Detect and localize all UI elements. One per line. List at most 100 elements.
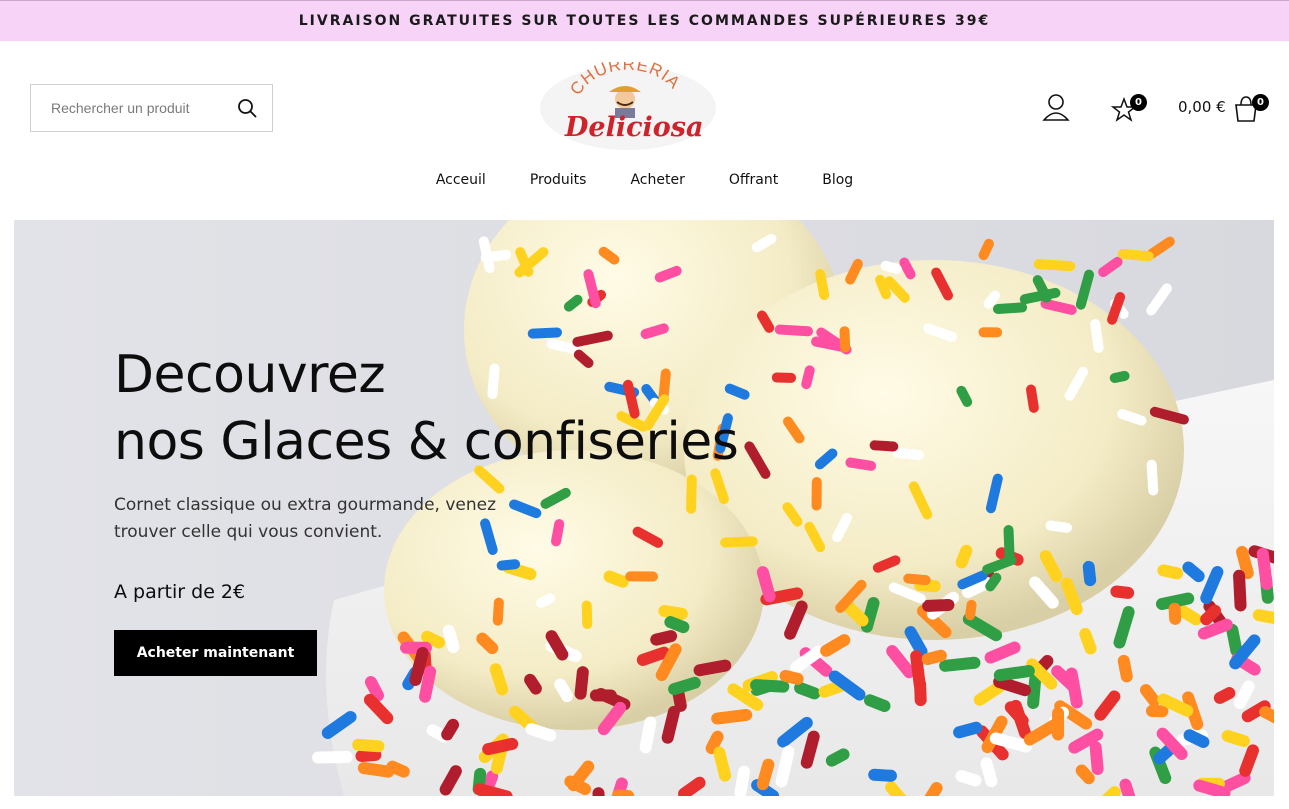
sprinkle (875, 274, 892, 300)
sprinkle (711, 708, 753, 725)
sprinkle (355, 748, 382, 763)
announcement-bar: LIVRAISON GRATUITES SUR TOUTES LES COMMA… (0, 0, 1289, 41)
cart-count-badge: 0 (1252, 94, 1269, 111)
sprinkle (1256, 547, 1273, 591)
sprinkle (1117, 654, 1133, 683)
sprinkle (860, 596, 880, 633)
sprinkle (1157, 564, 1184, 580)
hero-price: A partir de 2€ (114, 581, 246, 603)
sprinkle (480, 249, 512, 263)
sprinkle (939, 656, 981, 672)
sprinkle (993, 675, 1031, 697)
sprinkle (1098, 256, 1123, 278)
sprinkle (554, 678, 574, 703)
wishlist-button[interactable]: 0 (1108, 92, 1150, 124)
sprinkle (839, 326, 851, 353)
cart-total[interactable]: 0,00 € (1178, 98, 1226, 116)
sprinkle (598, 246, 620, 265)
sprinkle (1090, 319, 1104, 353)
sprinkle (750, 679, 790, 693)
sprinkle (496, 559, 521, 571)
sprinkle (650, 630, 678, 646)
sprinkle (603, 570, 629, 588)
sprinkle (672, 688, 687, 712)
sprinkle (1027, 673, 1042, 710)
sprinkle (993, 302, 1028, 314)
sprinkle (1117, 248, 1154, 262)
main-nav: Acceuil Produits Acheter Offrant Blog (0, 168, 1289, 192)
user-icon[interactable] (1042, 92, 1070, 124)
sprinkle (1200, 604, 1222, 626)
sprinkle (1168, 602, 1182, 625)
hero-title-line2: nos Glaces & confiseries (114, 412, 739, 472)
sprinkle (492, 597, 504, 626)
sprinkle (1003, 525, 1015, 565)
sprinkle (892, 447, 924, 461)
nav-item-offrant[interactable]: Offrant (707, 168, 800, 192)
sprinkle (421, 630, 446, 649)
sprinkle (978, 238, 994, 261)
sprinkle (953, 721, 983, 739)
sprinkle (473, 783, 513, 796)
nav-item-acceuil[interactable]: Acceuil (414, 168, 508, 192)
sprinkle (922, 598, 955, 612)
nav-item-blog[interactable]: Blog (800, 168, 875, 192)
sprinkle (686, 474, 697, 514)
nav-item-acheter[interactable]: Acheter (608, 168, 706, 192)
sprinkle (476, 632, 499, 655)
sprinkle (1234, 680, 1255, 710)
cart-button[interactable]: 0 (1230, 92, 1272, 124)
sprinkle (1089, 741, 1104, 775)
sprinkle (1239, 744, 1259, 777)
sprinkle (705, 730, 724, 755)
hero-title: Decouvrez nos Glaces & confiseries (114, 342, 739, 476)
sprinkle (921, 649, 947, 666)
sprinkle (668, 676, 701, 696)
sprinkle (713, 746, 732, 782)
sprinkle (880, 260, 902, 275)
sprinkle (872, 555, 901, 573)
sprinkle (983, 290, 1001, 309)
shop-now-button[interactable]: Acheter maintenant (114, 630, 317, 676)
sprinkle (489, 663, 509, 696)
sprinkle (914, 579, 941, 593)
sprinkle (1233, 569, 1247, 612)
sprinkle (1109, 370, 1130, 383)
sprinkle (756, 566, 776, 603)
sprinkle (1236, 545, 1254, 580)
account-button[interactable] (1042, 92, 1070, 124)
sprinkle (955, 544, 973, 569)
sprinkle (1252, 609, 1274, 625)
sprinkle (1139, 684, 1161, 707)
search-box[interactable] (30, 84, 273, 132)
sprinkle (914, 677, 927, 707)
sprinkle (409, 646, 429, 686)
sprinkle (1082, 560, 1097, 587)
sprinkle (1146, 283, 1172, 316)
sprinkle (639, 716, 657, 754)
sprinkle (1146, 459, 1159, 496)
sprinkle (720, 536, 758, 548)
sprinkle (985, 572, 1002, 592)
sprinkle (965, 599, 977, 621)
sprinkle (442, 624, 460, 653)
search-input[interactable] (51, 100, 236, 116)
sprinkle (1153, 742, 1177, 765)
svg-text:Deliciosa: Deliciosa (564, 112, 704, 143)
search-icon[interactable] (236, 97, 258, 119)
sprinkle (661, 705, 680, 744)
sprinkle (1182, 561, 1205, 583)
sprinkle (757, 310, 775, 333)
sprinkle (825, 748, 850, 767)
sprinkle (734, 765, 751, 796)
sprinkle (364, 676, 384, 702)
sprinkle (1101, 786, 1121, 796)
site-logo[interactable]: CHURRERIA Deliciosa (537, 55, 719, 152)
sprinkle (654, 265, 682, 283)
sprinkle (574, 666, 589, 700)
sprinkle (1075, 764, 1095, 785)
sprinkle (800, 730, 820, 769)
nav-item-produits[interactable]: Produits (508, 168, 609, 192)
sprinkle (636, 646, 671, 666)
sprinkle (1026, 384, 1039, 413)
